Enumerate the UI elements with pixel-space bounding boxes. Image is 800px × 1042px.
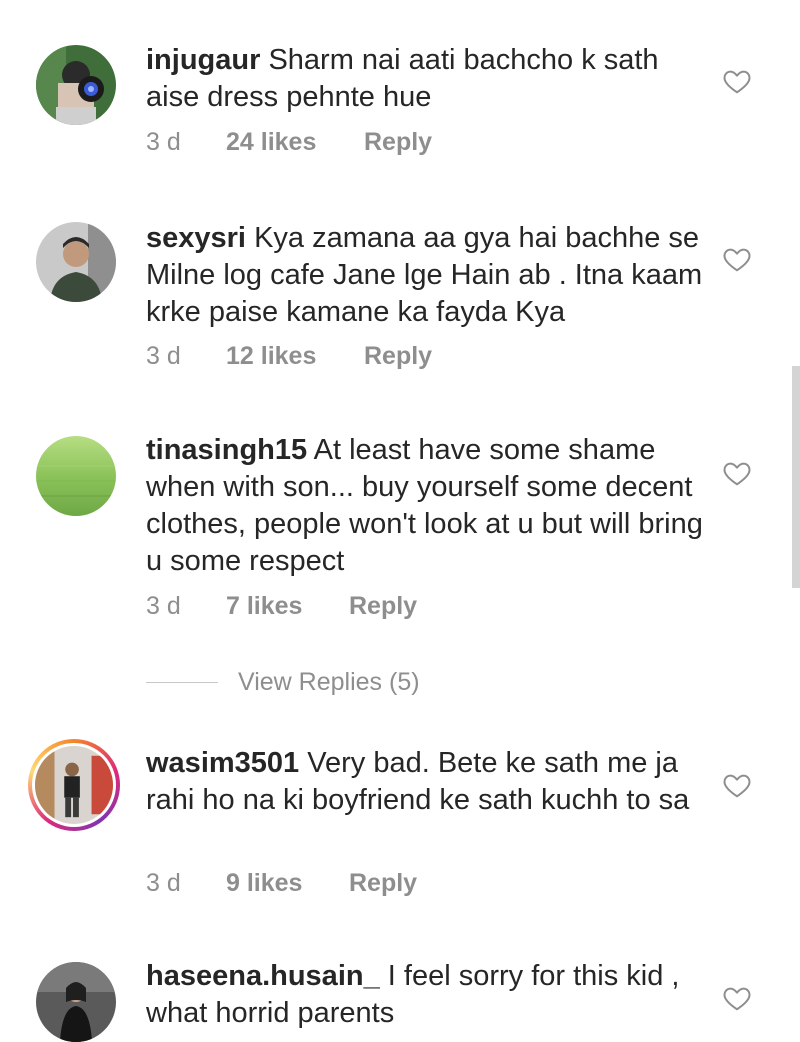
- avatar-with-story[interactable]: [28, 739, 120, 831]
- avatar[interactable]: [36, 222, 116, 302]
- comment-text-block: tinasingh15 At least have some shame whe…: [146, 432, 706, 580]
- comment-likes[interactable]: 9 likes: [226, 869, 349, 898]
- heart-outline-icon: [723, 462, 751, 486]
- comment-likes[interactable]: 7 likes: [226, 592, 349, 621]
- view-replies-divider: [146, 682, 218, 683]
- comment-username[interactable]: sexysri: [146, 222, 246, 254]
- comment-meta: 3 d 24 likes Reply: [146, 128, 432, 157]
- reply-button[interactable]: Reply: [364, 342, 432, 371]
- reply-button[interactable]: Reply: [364, 128, 432, 157]
- like-button[interactable]: [722, 770, 752, 800]
- comment-likes[interactable]: 24 likes: [226, 128, 364, 157]
- like-button[interactable]: [722, 983, 752, 1013]
- comment-meta: 3 d 9 likes Reply: [146, 869, 417, 898]
- avatar-image-icon: [36, 436, 116, 516]
- avatar[interactable]: [36, 45, 116, 125]
- comment-username[interactable]: tinasingh15: [146, 434, 307, 466]
- view-replies-button[interactable]: View Replies (5): [146, 668, 420, 697]
- like-button[interactable]: [722, 244, 752, 274]
- heart-outline-icon: [723, 774, 751, 798]
- avatar-image-icon: [36, 45, 116, 125]
- comment-time: 3 d: [146, 869, 181, 897]
- comment-text-block: injugaur Sharm nai aati bachcho k sath a…: [146, 42, 706, 116]
- view-replies-label: View Replies (5): [238, 668, 420, 696]
- heart-outline-icon: [723, 70, 751, 94]
- avatar-image-icon: [36, 962, 116, 1042]
- comment-meta: 3 d 7 likes Reply: [146, 592, 417, 621]
- avatar[interactable]: [36, 962, 116, 1042]
- avatar[interactable]: [36, 436, 116, 516]
- comment-likes[interactable]: 12 likes: [226, 342, 364, 371]
- scrollbar-thumb[interactable]: [792, 366, 800, 588]
- heart-outline-icon: [723, 248, 751, 272]
- comment-time: 3 d: [146, 128, 181, 156]
- comment-username[interactable]: haseena.husain_: [146, 960, 380, 992]
- comment-text-block: haseena.husain_ I feel sorry for this ki…: [146, 958, 706, 1032]
- comment-username[interactable]: injugaur: [146, 44, 260, 76]
- comment-meta: 3 d 12 likes Reply: [146, 342, 432, 371]
- like-button[interactable]: [722, 66, 752, 96]
- heart-outline-icon: [723, 987, 751, 1011]
- comment-text-block: wasim3501 Very bad. Bete ke sath me ja r…: [146, 745, 706, 819]
- comment-username[interactable]: wasim3501: [146, 747, 299, 779]
- comment-text-block: sexysri Kya zamana aa gya hai bachhe se …: [146, 220, 706, 331]
- reply-button[interactable]: Reply: [349, 869, 417, 898]
- avatar-image-icon: [36, 222, 116, 302]
- reply-button[interactable]: Reply: [349, 592, 417, 621]
- like-button[interactable]: [722, 458, 752, 488]
- comment-time: 3 d: [146, 342, 181, 370]
- comment-time: 3 d: [146, 592, 181, 620]
- avatar-image-icon: [35, 746, 113, 824]
- avatar-story-ring: [32, 743, 116, 827]
